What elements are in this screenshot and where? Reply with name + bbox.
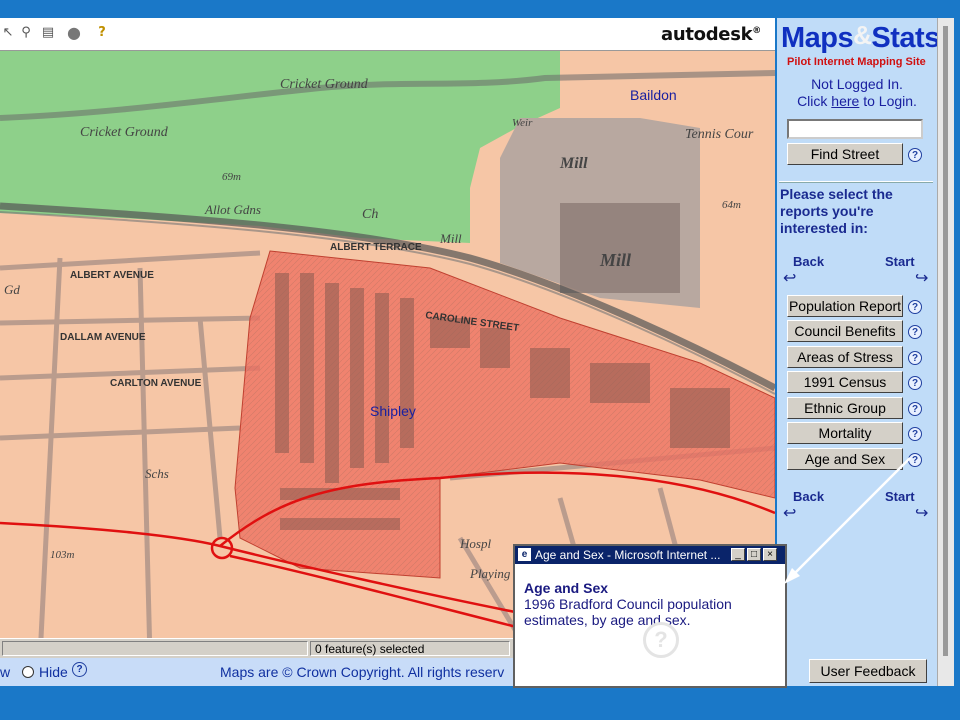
ethnic-group-button[interactable]: Ethnic Group (787, 397, 903, 419)
show-radio-label[interactable]: w (0, 664, 10, 680)
popup-body: 1996 Bradford Council population estimat… (524, 596, 732, 628)
map-label-street: ALBERT AVENUE (70, 270, 154, 281)
mill-building (560, 203, 680, 293)
areas-of-stress-button[interactable]: Areas of Stress (787, 346, 903, 368)
map-label-allot-gdns: Allot Gdns (204, 202, 261, 217)
scroll-track[interactable] (943, 26, 948, 656)
map-label-street: ALBERT TERRACE (330, 242, 422, 253)
popup-title: Age and Sex - Microsoft Internet ... (535, 548, 721, 562)
hide-radio[interactable] (22, 666, 34, 678)
map-label-tennis-court: Tennis Cour (685, 127, 754, 142)
help-icon[interactable]: ? (908, 427, 922, 441)
user-feedback-button[interactable]: User Feedback (809, 659, 927, 683)
selection-status: 0 feature(s) selected (310, 641, 510, 656)
map-label-height: 64m (722, 199, 741, 211)
mortality-button[interactable]: Mortality (787, 422, 903, 444)
help-icon[interactable]: ? (908, 376, 922, 390)
site-subtitle: Pilot Internet Mapping Site (787, 56, 926, 68)
close-icon[interactable]: × (763, 548, 777, 561)
back-arrow-icon: ↩ (783, 270, 797, 287)
map-label-weir: Weir (512, 117, 533, 129)
hide-radio-label[interactable]: Hide (39, 664, 68, 680)
map-label-gd: Gd (4, 282, 20, 297)
map-label-mill: Mill (439, 231, 462, 246)
help-icon[interactable]: ? (908, 402, 922, 416)
status-cell (2, 641, 308, 656)
pointer-icon[interactable]: ↖ (0, 25, 16, 41)
map-place-shipley[interactable]: Shipley (370, 403, 416, 419)
map-label-street: CARLTON AVENUE (110, 378, 202, 389)
find-street-button[interactable]: Find Street (787, 143, 903, 165)
start-arrow-icon: ↪ (915, 270, 929, 287)
select-icon[interactable]: ● (66, 25, 82, 41)
vertical-scrollbar[interactable] (937, 18, 954, 686)
popup-content: Age and Sex 1996 Bradford Council popula… (515, 564, 785, 628)
zoom-icon[interactable]: ⚲ (18, 25, 34, 41)
map-place-baildon[interactable]: Baildon (630, 87, 677, 103)
map-label-ch: Ch (362, 207, 378, 222)
login-prompt: Click here to Login. (797, 93, 917, 109)
age-and-sex-popup[interactable]: e Age and Sex - Microsoft Internet ... _… (513, 544, 787, 688)
council-benefits-button[interactable]: Council Benefits (787, 320, 903, 342)
popup-titlebar[interactable]: e Age and Sex - Microsoft Internet ... _… (515, 546, 785, 564)
map-label-mill: Mill (599, 250, 631, 270)
copyright-text: Maps are © Crown Copyright. All rights r… (220, 664, 505, 680)
map-toolbar: ↖ ⚲ ▤ ● ? autodesk® (0, 18, 775, 51)
maximize-icon[interactable]: □ (747, 548, 761, 561)
map-label-hospl: Hospl (459, 536, 491, 551)
help-icon[interactable]: ? (908, 325, 922, 339)
population-report-button[interactable]: Population Report (787, 295, 903, 317)
login-status: Not Logged In. (811, 76, 903, 92)
map-label-cricket-ground: Cricket Ground (80, 125, 169, 140)
map-label-cricket-ground: Cricket Ground (280, 77, 369, 92)
watermark-help-icon: ? (643, 622, 679, 658)
minimize-icon[interactable]: _ (731, 548, 745, 561)
help-icon[interactable]: ? (908, 300, 922, 314)
map-label-schs: Schs (145, 466, 169, 481)
map-label-mill: Mill (559, 155, 588, 172)
login-link[interactable]: here (831, 93, 859, 109)
help-icon[interactable]: ? (94, 25, 110, 41)
maps-stats-logo: Maps&Stats (781, 20, 940, 54)
autodesk-logo: autodesk® (660, 24, 761, 45)
ie-icon: e (518, 548, 531, 561)
callout-arrow (784, 457, 911, 584)
report-icon[interactable]: ▤ (40, 25, 56, 41)
divider (779, 181, 933, 183)
help-icon[interactable]: ? (72, 662, 87, 677)
map-label-street: DALLAM AVENUE (60, 332, 146, 343)
popup-heading: Age and Sex (524, 580, 609, 596)
help-icon[interactable]: ? (908, 351, 922, 365)
map-label-height: 103m (50, 549, 75, 561)
census-1991-button[interactable]: 1991 Census (787, 371, 903, 393)
street-search-input[interactable] (787, 119, 923, 139)
help-icon[interactable]: ? (908, 148, 922, 162)
map-label-height: 69m (222, 171, 241, 183)
report-prompt: Please select the reports you're interes… (780, 186, 893, 236)
